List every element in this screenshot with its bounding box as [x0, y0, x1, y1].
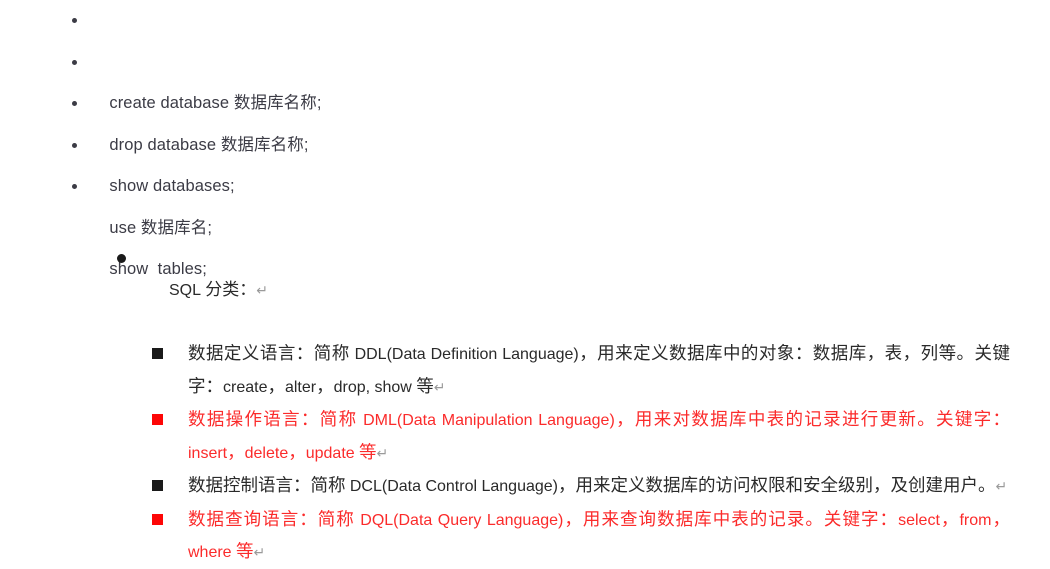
sql-classification-outline: SQL 分类：↵ 数据定义语言：简称 DDL(Data Definition L… [0, 243, 1050, 569]
dql-seg4: ， [991, 508, 1011, 529]
bullet-square-icon [152, 348, 163, 359]
sql-command-list: create database 数据库名称; drop database 数据库… [0, 0, 1050, 278]
ddl-latin2: create [223, 378, 268, 396]
dcl-seg2: ，用来定义数据库的访问权限和安全级别，及创建用户。 [558, 475, 996, 495]
dml-seg3: ， [227, 441, 245, 462]
dcl-seg1: 数据控制语言：简称 [188, 475, 350, 495]
bullet-dot-icon [72, 59, 77, 65]
ddl-seg4: ， [316, 375, 334, 396]
return-mark-icon: ↵ [995, 478, 1008, 494]
dql-seg1: 数据查询语言：简称 [188, 508, 361, 529]
ddl-latin4: drop, show [333, 378, 412, 396]
bullet-dot-icon [72, 101, 77, 107]
bullet-square-icon [152, 480, 163, 491]
return-mark-icon: ↵ [253, 544, 266, 560]
dml-seg5: 等 [354, 441, 377, 462]
dql-latin3: from [959, 511, 992, 529]
bullet-dot-icon [72, 142, 77, 148]
dql-seg2: ，用来查询数据库中表的记录。关键字： [563, 508, 899, 529]
dql-latin4: where [188, 544, 232, 561]
outline-item-dql: 数据查询语言：简称 DQL(Data Query Language)，用来查询数… [0, 504, 1050, 569]
outline-heading-sql-classification: SQL 分类：↵ [0, 243, 1050, 337]
dml-seg1: 数据操作语言：简称 [188, 409, 364, 429]
dql-latin2: select [898, 511, 940, 529]
list-item: show databases; [0, 83, 1050, 195]
dml-latin4: update [305, 444, 355, 462]
dql-latin1: DQL(Data Query Language) [360, 511, 564, 529]
ddl-latin1: DDL(Data Definition Language) [354, 346, 579, 363]
ddl-latin3: alter [284, 378, 317, 396]
dml-latin2: insert [188, 444, 228, 462]
outline-item-dml: 数据操作语言：简称 DML(Data Manipulation Language… [0, 404, 1050, 469]
ddl-seg1: 数据定义语言：简称 [188, 343, 355, 363]
bullet-dot-icon [72, 184, 77, 190]
bullet-dot-icon [72, 18, 77, 24]
dql-seg5: 等 [231, 541, 254, 561]
dml-seg4: ， [288, 441, 306, 462]
outline-heading-cjk: 分类： [201, 280, 257, 299]
outline-heading-latin: SQL [169, 282, 202, 299]
outline-item-ddl: 数据定义语言：简称 DDL(Data Definition Language) ，… [0, 338, 1050, 403]
ddl-seg5: 等 [411, 375, 434, 396]
dml-latin1: DML(Data Manipulation Language) [363, 412, 615, 429]
return-mark-icon: ↵ [376, 444, 389, 461]
return-mark-icon: ↵ [433, 378, 446, 395]
outline-item-dcl: 数据控制语言：简称 DCL(Data Control Language)，用来定… [0, 470, 1050, 503]
dql-seg3: ， [939, 508, 960, 529]
list-item: use 数据库名; [0, 125, 1050, 237]
dml-latin3: delete [244, 444, 289, 462]
dcl-latin1: DCL(Data Control Language) [349, 478, 558, 495]
bullet-round-icon [117, 254, 126, 263]
list-item-label: use 数据库名; [109, 218, 213, 237]
return-mark-icon: ↵ [256, 282, 268, 298]
list-item: drop database 数据库名称; [0, 42, 1050, 154]
bullet-square-icon [152, 513, 163, 525]
dml-seg2: ，用来对数据库中表的记录进行更新。关键字： [614, 409, 1011, 429]
document-page: { "page": { "background": "#ffffff", "te… [0, 0, 1050, 561]
list-item: show tables; [0, 166, 1050, 278]
ddl-seg3: ， [267, 375, 285, 396]
bullet-square-icon [152, 414, 163, 425]
list-item: create database 数据库名称; [0, 0, 1050, 112]
